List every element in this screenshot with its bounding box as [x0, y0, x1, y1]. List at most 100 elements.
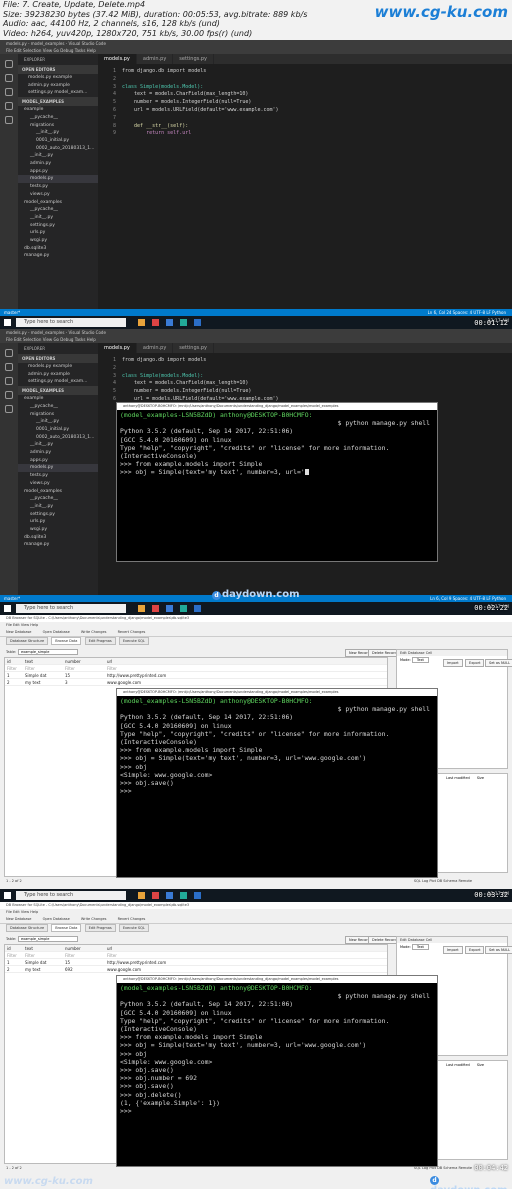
tree-item[interactable]: 0001_initial.py [18, 426, 98, 434]
tree-item[interactable]: 0002_auto_20180313_1... [18, 434, 98, 442]
folder-icon[interactable] [138, 892, 145, 899]
folder-icon[interactable] [138, 319, 145, 326]
tree-item[interactable]: model_examples [18, 199, 98, 207]
app-icon[interactable] [166, 892, 173, 899]
terminal-icon[interactable] [180, 892, 187, 899]
tree-item[interactable]: __init__.py [18, 152, 98, 160]
filter-input[interactable]: Filter [63, 952, 105, 958]
git-branch[interactable]: master* [4, 310, 20, 315]
tab-db-schema[interactable]: DB Schema [437, 1166, 457, 1170]
terminal-output[interactable]: (model_examples-LSN5BZdD) anthony@DESKTO… [117, 983, 437, 1116]
tree-item[interactable]: __init__.py [18, 214, 98, 222]
tree-item[interactable]: db.sqlite3 [18, 245, 98, 253]
tree-item-selected[interactable]: models.py [18, 175, 98, 184]
tab-structure[interactable]: Database Structure [6, 637, 49, 645]
col-text[interactable]: text [23, 945, 63, 951]
open-file[interactable]: models.py example [18, 74, 98, 82]
files-icon[interactable] [5, 349, 13, 357]
cell[interactable]: 3 [63, 679, 105, 685]
tree-item[interactable]: wsgi.py [18, 237, 98, 245]
tab-admin[interactable]: admin.py [137, 54, 174, 64]
import-button[interactable]: Import [443, 946, 463, 954]
tab-settings[interactable]: settings.py [173, 54, 214, 64]
cell[interactable]: 15 [63, 672, 105, 678]
tree-item[interactable]: apps.py [18, 457, 98, 465]
source-control-icon[interactable] [5, 377, 13, 385]
tree-item[interactable]: settings.py [18, 511, 98, 519]
status-right[interactable]: Ln 6, Col 24 Spaces: 4 UTF-8 LF Python [428, 309, 506, 316]
col-number[interactable]: number [63, 658, 105, 664]
tree-item[interactable]: example [18, 395, 98, 403]
vscode-icon[interactable] [194, 319, 201, 326]
tab-remote[interactable]: Remote [458, 1166, 472, 1170]
export-button[interactable]: Export [465, 946, 485, 954]
filter-input[interactable]: Filter [105, 952, 225, 958]
col-url[interactable]: url [105, 945, 225, 951]
terminal-window[interactable]: anthony@DESKTOP-B0HCMFO: /mnt/c/Users/an… [116, 402, 438, 562]
terminal-icon[interactable] [180, 605, 187, 612]
set-null-button[interactable]: Set as NULL [485, 946, 512, 954]
tab-pragmas[interactable]: Edit Pragmas [84, 924, 116, 932]
revert-changes-button[interactable]: Revert Changes [118, 630, 146, 634]
terminal-icon[interactable] [180, 319, 187, 326]
cell[interactable]: 692 [63, 966, 105, 972]
tree-item[interactable]: 0002_auto_20180313_1... [18, 145, 98, 153]
status-right[interactable]: Ln 6, Col 9 Spaces: 4 UTF-8 LF Python [430, 595, 506, 602]
tree-item[interactable]: migrations [18, 411, 98, 419]
tab-db-schema[interactable]: DB Schema [437, 879, 457, 883]
open-editors-header[interactable]: OPEN EDITORS [18, 354, 98, 363]
tab-plot[interactable]: Plot [429, 879, 436, 883]
files-icon[interactable] [5, 60, 13, 68]
tab-sql[interactable]: Execute SQL [118, 637, 149, 645]
mode-select[interactable]: Text [411, 944, 429, 950]
tree-item[interactable]: tests.py [18, 183, 98, 191]
col-id[interactable]: id [5, 945, 23, 951]
tree-item[interactable]: settings.py [18, 222, 98, 230]
terminal-window[interactable]: anthony@DESKTOP-B0HCMFO: /mnt/c/Users/an… [116, 975, 438, 1167]
app-icon[interactable] [166, 319, 173, 326]
set-null-button[interactable]: Set as NULL [485, 659, 512, 667]
cell[interactable]: my text [23, 966, 63, 972]
revert-changes-button[interactable]: Revert Changes [118, 917, 146, 921]
tree-item[interactable]: views.py [18, 480, 98, 488]
debug-icon[interactable] [5, 391, 13, 399]
tab-models[interactable]: models.py [98, 343, 137, 353]
terminal-output[interactable]: (model_examples-LSN5BZdD) anthony@DESKTO… [117, 696, 437, 796]
cell[interactable]: www.google.com [105, 679, 225, 685]
chrome-icon[interactable] [152, 319, 159, 326]
tree-item[interactable]: wsgi.py [18, 526, 98, 534]
cell[interactable]: 2 [5, 679, 23, 685]
folder-icon[interactable] [138, 605, 145, 612]
filter-input[interactable]: Filter [63, 665, 105, 671]
chrome-icon[interactable] [152, 892, 159, 899]
windows-start-icon[interactable] [4, 892, 11, 899]
tree-item[interactable]: tests.py [18, 472, 98, 480]
mode-select[interactable]: Text [411, 657, 429, 663]
filter-input[interactable]: Filter [105, 665, 225, 671]
col-id[interactable]: id [5, 658, 23, 664]
table-row[interactable]: 1 Simple dat 15 http://www.prettyprinted… [5, 672, 387, 679]
tree-item[interactable]: __init__.py [18, 418, 98, 426]
tree-item[interactable]: apps.py [18, 168, 98, 176]
vscode-icon[interactable] [194, 892, 201, 899]
cell[interactable]: http://www.prettyprinted.com [105, 959, 225, 965]
taskbar-search[interactable]: Type here to search [16, 318, 126, 327]
code-area[interactable]: 1 from django.db import models 2 3 class S… [98, 64, 512, 138]
new-database-button[interactable]: New Database [6, 917, 31, 921]
tree-item-selected[interactable]: models.py [18, 464, 98, 473]
taskbar-search[interactable]: Type here to search [16, 891, 126, 900]
filter-input[interactable]: Filter [5, 952, 23, 958]
tab-settings[interactable]: settings.py [173, 343, 214, 353]
write-changes-button[interactable]: Write Changes [81, 630, 107, 634]
editor-pane[interactable]: models.py admin.py settings.py 1 from dja… [98, 54, 512, 309]
filter-input[interactable]: Filter [23, 952, 63, 958]
tab-browse[interactable]: Browse Data [51, 924, 82, 932]
open-database-button[interactable]: Open Database [43, 630, 70, 634]
table-row[interactable]: 1 Simple dat 15 http://www.prettyprinted… [5, 959, 387, 966]
open-file[interactable]: admin.py example [18, 82, 98, 90]
open-file[interactable]: models.py example [18, 363, 98, 371]
search-icon[interactable] [5, 363, 13, 371]
open-database-button[interactable]: Open Database [43, 917, 70, 921]
windows-start-icon[interactable] [4, 319, 11, 326]
project-header[interactable]: MODEL_EXAMPLES [18, 386, 98, 396]
